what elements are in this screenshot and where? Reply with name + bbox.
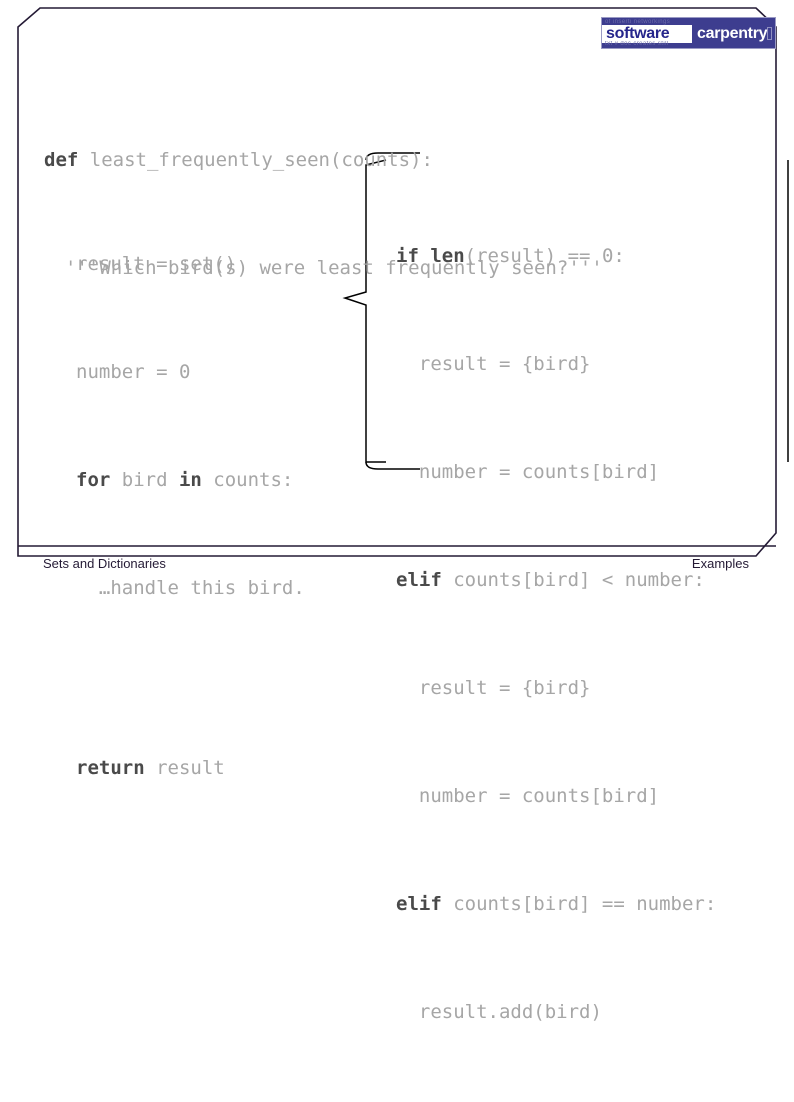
code-line-for-loop: for bird in counts: xyxy=(76,462,305,498)
software-carpentry-logo: of inserti networkings software carpentr… xyxy=(601,17,776,49)
slide: of inserti networkings software carpentr… xyxy=(0,0,794,1023)
code-line-if-len: if len(result) == 0: xyxy=(396,245,625,267)
code-right-block: if len(result) == 0: result = {bird} num… xyxy=(396,166,716,1102)
logo-ghost-bottom-text: txt # doc creates still xyxy=(605,41,669,47)
code-line-number-zero: number = 0 xyxy=(76,354,305,390)
code-left-block: result = set() number = 0 for bird in co… xyxy=(76,174,305,858)
footer-left-label: Sets and Dictionaries xyxy=(43,556,166,571)
for-iterable: counts: xyxy=(201,469,294,491)
keyword-def: def xyxy=(44,149,79,171)
code-line-number-counts-2: number = counts[bird] xyxy=(396,785,660,807)
line-text: number = 0 xyxy=(76,361,191,383)
code-line-result-bird-2: result = {bird} xyxy=(396,677,591,699)
line-text: result = set() xyxy=(76,253,237,275)
keyword-return: return xyxy=(76,757,145,779)
logo-tick-mark xyxy=(767,27,772,40)
line-text: …handle this bird. xyxy=(76,577,305,599)
def-signature: least_frequently_seen(counts): xyxy=(78,149,433,171)
return-value: result xyxy=(144,757,225,779)
code-line-elif-less: elif counts[bird] < number: xyxy=(396,569,705,591)
code-line-number-counts-1: number = counts[bird] xyxy=(396,461,660,483)
code-line-result-add: result.add(bird) xyxy=(396,1001,602,1023)
for-var: bird xyxy=(110,469,179,491)
keyword-for: for xyxy=(76,469,111,491)
code-line-result-bird-1: result = {bird} xyxy=(396,353,591,375)
code-line-return: return result xyxy=(76,750,305,786)
code-line-handle-bird: …handle this bird. xyxy=(76,570,305,606)
code-line-elif-equal: elif counts[bird] == number: xyxy=(396,893,717,915)
code-line-result-set: result = set() xyxy=(76,246,305,282)
footer-right-label: Examples xyxy=(691,556,749,571)
keyword-in: in xyxy=(178,469,202,491)
